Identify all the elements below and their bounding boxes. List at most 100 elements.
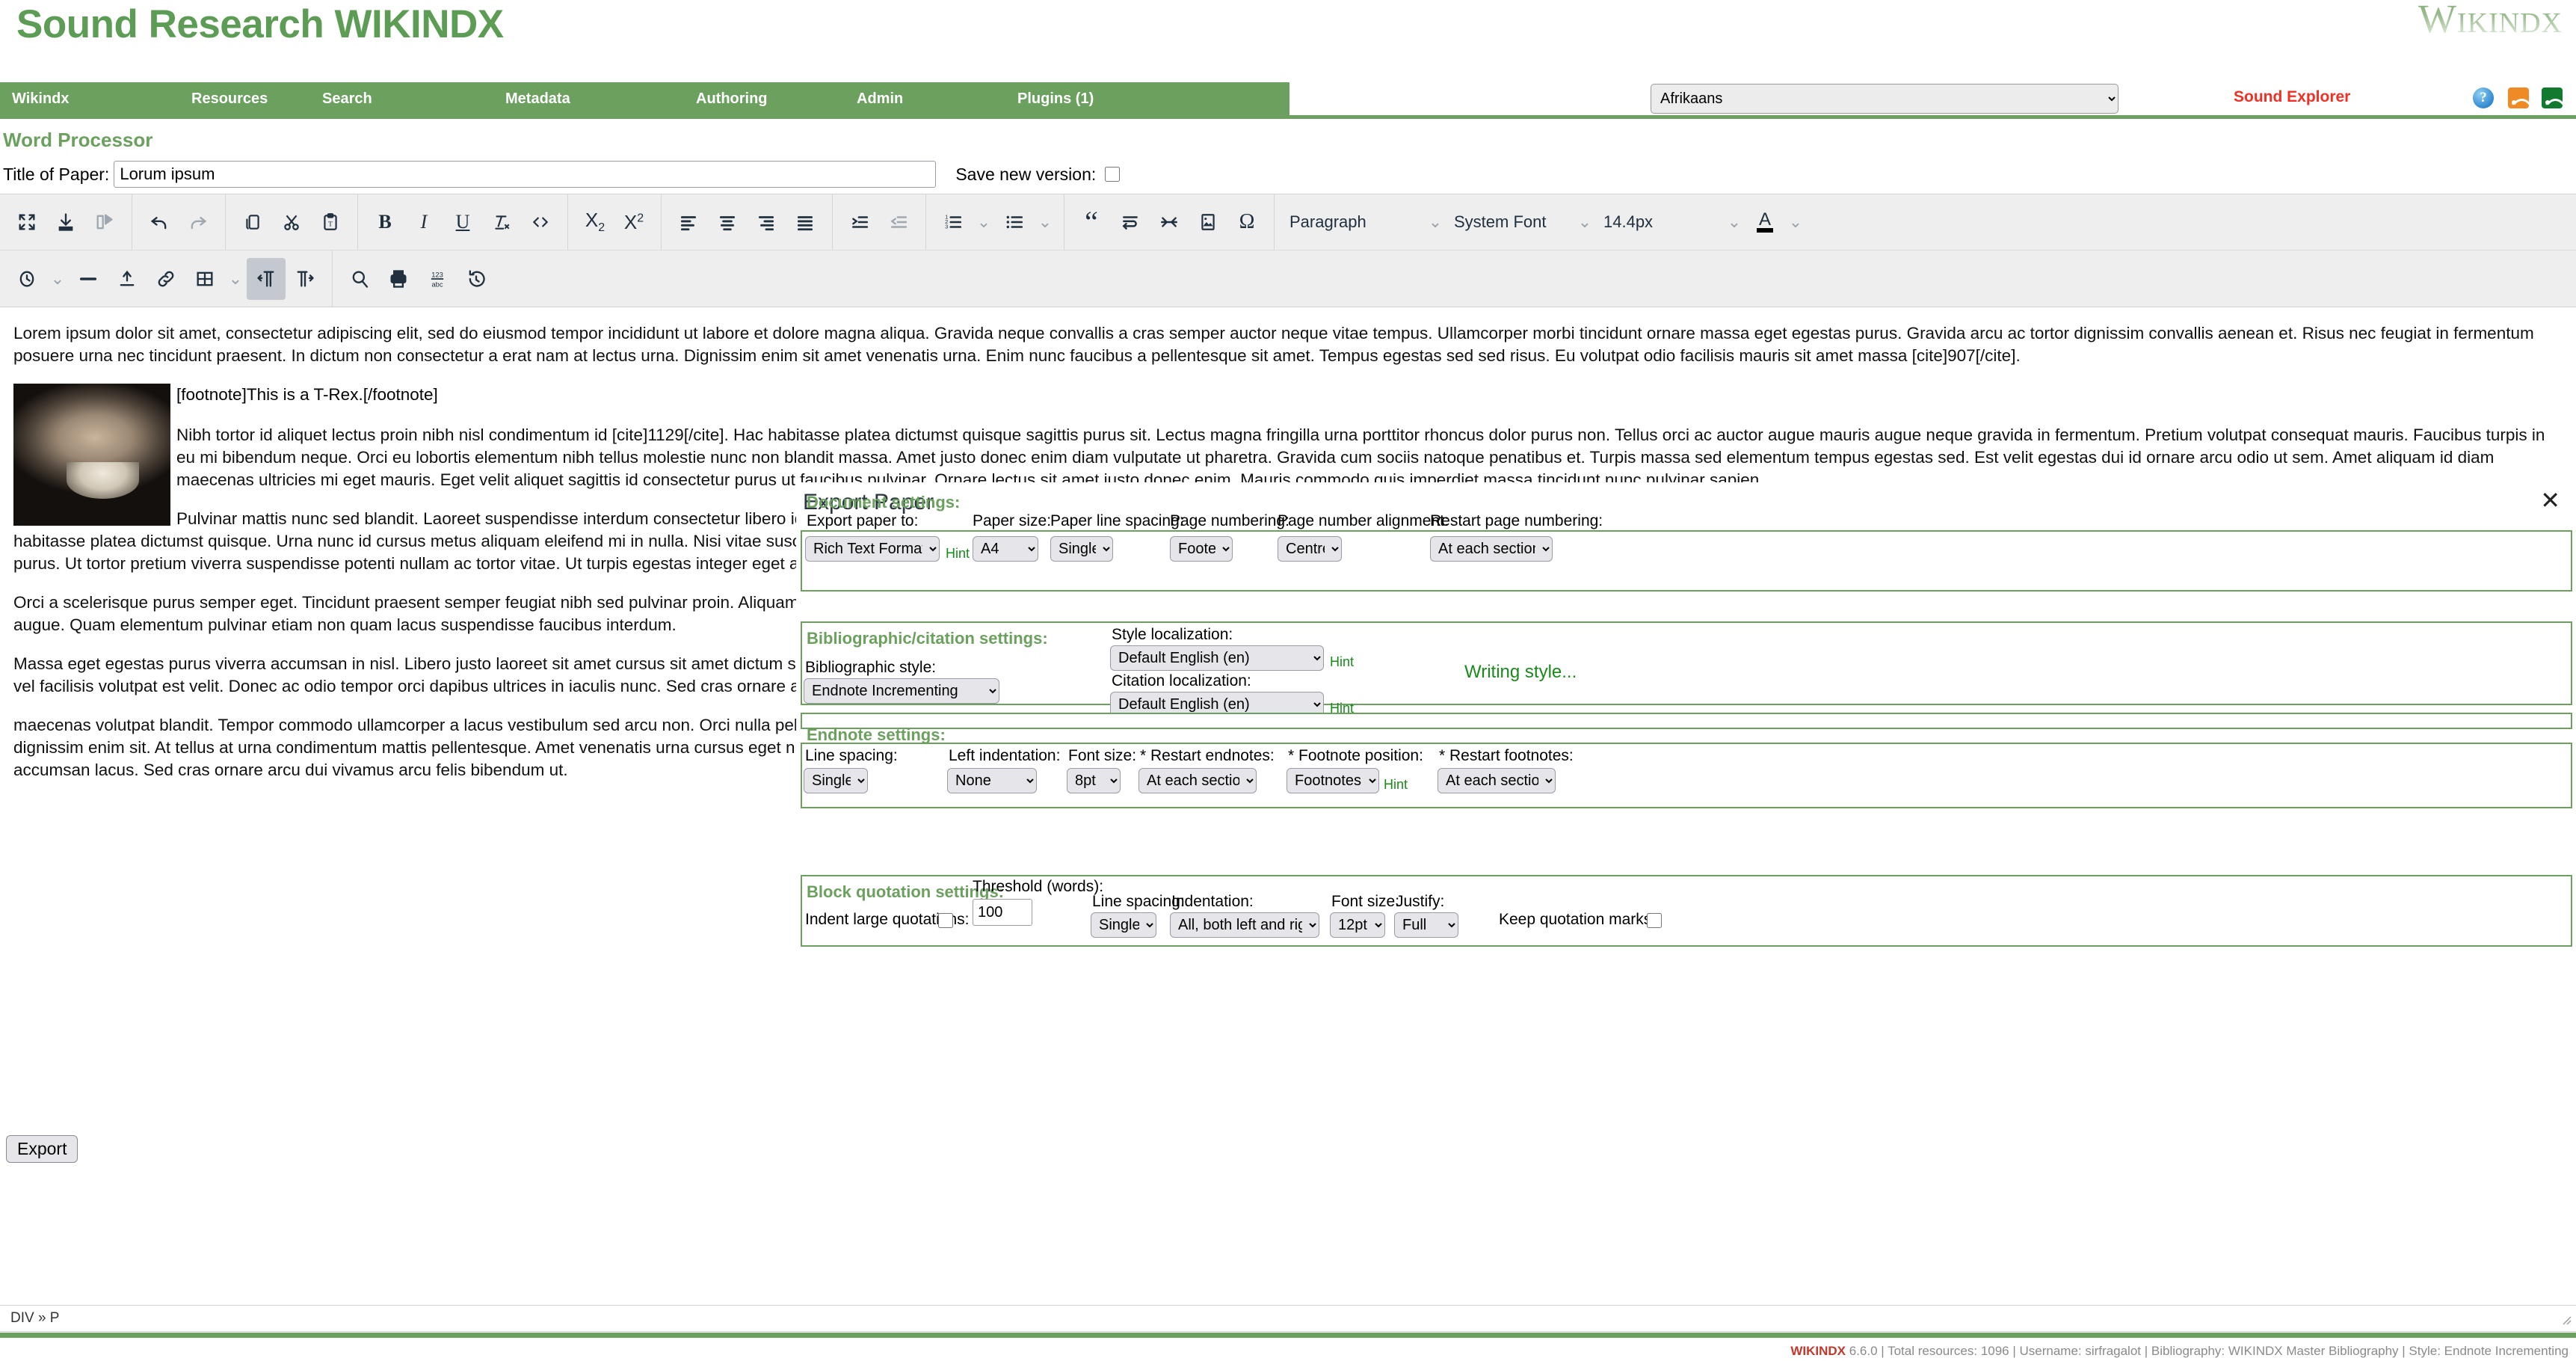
- indent-icon[interactable]: [840, 201, 879, 243]
- blockquote-icon[interactable]: “: [1072, 201, 1111, 243]
- help-icon[interactable]: ?: [2473, 87, 2494, 108]
- keep-quotation-marks-checkbox[interactable]: [1647, 913, 1662, 928]
- export-paper-to-hint[interactable]: Hint: [946, 546, 970, 562]
- export-icon[interactable]: [85, 201, 124, 243]
- italic-icon[interactable]: I: [404, 201, 443, 243]
- navigation-bar: Wikindx Resources Search Metadata Author…: [0, 82, 1289, 115]
- special-char-icon[interactable]: Ω: [1227, 201, 1266, 243]
- font-family-chevron-down-icon[interactable]: ⌄: [1574, 201, 1596, 243]
- paragraph-format-icon[interactable]: [1111, 201, 1150, 243]
- nav-item-resources[interactable]: Resources: [191, 90, 322, 108]
- paper-line-spacing-select[interactable]: Single: [1050, 536, 1113, 562]
- paper-size-label: Paper size:: [973, 512, 1051, 530]
- table-chevron-down-icon[interactable]: ⌄: [224, 258, 247, 300]
- paste-text-icon[interactable]: T: [311, 201, 350, 243]
- text-color-icon[interactable]: A: [1745, 201, 1784, 243]
- footnote-position-hint[interactable]: Hint: [1384, 777, 1408, 793]
- numbered-list-icon[interactable]: 1 2 3: [934, 201, 973, 243]
- recent-chevron-down-icon[interactable]: ⌄: [46, 258, 69, 300]
- bibliographic-style-select[interactable]: Endnote Incrementing: [804, 678, 999, 704]
- blockquote-font-size-select[interactable]: 12pt: [1330, 912, 1385, 938]
- link-icon[interactable]: [147, 258, 185, 300]
- justify-icon[interactable]: [786, 201, 825, 243]
- paper-size-select[interactable]: A4: [973, 536, 1038, 562]
- bulleted-list-icon[interactable]: [995, 201, 1034, 243]
- font-family-select[interactable]: System Font: [1446, 201, 1574, 243]
- text-direction-rtl-icon[interactable]: [286, 258, 324, 300]
- subscript-icon[interactable]: X2: [576, 201, 614, 243]
- text-color-chevron-down-icon[interactable]: ⌄: [1784, 201, 1807, 243]
- bulleted-list-chevron-down-icon[interactable]: ⌄: [1034, 201, 1056, 243]
- spellcheck-icon[interactable]: 123 abc: [418, 258, 457, 300]
- revision-history-icon[interactable]: [457, 258, 496, 300]
- threshold-words-input[interactable]: [973, 899, 1032, 926]
- restart-page-numbering-label: Restart page numbering:: [1430, 512, 1603, 530]
- paragraph-format-chevron-down-icon[interactable]: ⌄: [1424, 201, 1446, 243]
- endnote-font-size-select[interactable]: 8pt: [1067, 768, 1121, 793]
- undo-icon[interactable]: [140, 201, 179, 243]
- language-select[interactable]: Afrikaans: [1651, 84, 2119, 114]
- numbered-list-chevron-down-icon[interactable]: ⌄: [973, 201, 995, 243]
- align-right-icon[interactable]: [747, 201, 786, 243]
- horizontal-rule-icon[interactable]: [1150, 201, 1189, 243]
- blockquote-indentation-select[interactable]: All, both left and right: [1170, 912, 1319, 938]
- footnote-position-select[interactable]: Footnotes: [1287, 768, 1379, 793]
- cut-icon[interactable]: [272, 201, 311, 243]
- endnote-line-spacing-select[interactable]: Single: [804, 768, 868, 793]
- indent-large-quotations-checkbox[interactable]: [938, 913, 953, 928]
- endnote-left-indentation-select[interactable]: None: [947, 768, 1037, 793]
- style-localization-select[interactable]: Default English (en): [1110, 645, 1324, 671]
- blockquote-justify-select[interactable]: Full: [1394, 912, 1458, 938]
- align-center-icon[interactable]: [708, 201, 747, 243]
- nav-item-authoring[interactable]: Authoring: [696, 90, 857, 108]
- rss-feed-alt-icon[interactable]: [2542, 87, 2563, 108]
- writing-style-link[interactable]: Writing style...: [1464, 662, 1577, 683]
- align-left-icon[interactable]: [669, 201, 708, 243]
- bibliographic-style-label: Bibliographic style:: [805, 659, 936, 677]
- restart-footnotes-select[interactable]: At each section: [1438, 768, 1556, 793]
- rss-feed-icon[interactable]: [2508, 87, 2529, 108]
- nav-item-admin[interactable]: Admin: [857, 90, 1017, 108]
- find-icon[interactable]: [340, 258, 379, 300]
- toolbar-group-text-styles: Paragraph ⌄ System Font ⌄ 14.4px ⌄ A ⌄: [1275, 194, 1814, 250]
- text-direction-ltr-icon[interactable]: [247, 258, 286, 300]
- font-size-chevron-down-icon[interactable]: ⌄: [1723, 201, 1745, 243]
- superscript-icon[interactable]: X2: [614, 201, 653, 243]
- image-icon[interactable]: [1189, 201, 1227, 243]
- print-icon[interactable]: [379, 258, 418, 300]
- redo-icon[interactable]: [179, 201, 218, 243]
- fullscreen-icon[interactable]: [7, 201, 46, 243]
- nav-item-wikindx[interactable]: Wikindx: [12, 90, 191, 108]
- paragraph-format-select[interactable]: Paragraph: [1282, 201, 1424, 243]
- restart-page-numbering-select[interactable]: At each section: [1430, 536, 1553, 562]
- export-paper-to-select[interactable]: Rich Text Format (RTF): [805, 536, 940, 562]
- restart-endnotes-select[interactable]: At each section: [1138, 768, 1257, 793]
- font-size-select[interactable]: 14.4px: [1596, 201, 1723, 243]
- element-path-breadcrumb[interactable]: DIV » P: [10, 1310, 59, 1327]
- resize-grip-handle[interactable]: [2558, 1312, 2572, 1325]
- remove-format-icon[interactable]: [482, 201, 521, 243]
- page-numbering-select[interactable]: Footer: [1170, 536, 1233, 562]
- export-button[interactable]: Export: [6, 1135, 78, 1163]
- recent-icon[interactable]: [7, 258, 46, 300]
- page-break-icon[interactable]: [108, 258, 147, 300]
- trex-image[interactable]: [13, 384, 170, 526]
- nav-item-metadata[interactable]: Metadata: [505, 90, 696, 108]
- bold-icon[interactable]: B: [366, 201, 404, 243]
- table-icon[interactable]: [185, 258, 224, 300]
- underline-icon[interactable]: U: [443, 201, 482, 243]
- blockquote-line-spacing-select[interactable]: Single: [1091, 912, 1156, 938]
- outdent-icon[interactable]: [879, 201, 918, 243]
- source-code-icon[interactable]: [521, 201, 560, 243]
- sound-explorer-link[interactable]: Sound Explorer: [2234, 88, 2350, 106]
- copy-icon[interactable]: [233, 201, 272, 243]
- horizontal-line-icon[interactable]: [69, 258, 108, 300]
- nav-item-search[interactable]: Search: [322, 90, 505, 108]
- nav-item-plugins[interactable]: Plugins (1): [1017, 90, 1094, 108]
- style-localization-hint[interactable]: Hint: [1330, 654, 1354, 670]
- save-icon[interactable]: [46, 201, 85, 243]
- save-new-version-checkbox[interactable]: [1105, 167, 1120, 182]
- page-number-alignment-select[interactable]: Centre: [1278, 536, 1342, 562]
- close-icon[interactable]: ✕: [2540, 488, 2560, 512]
- paper-title-input[interactable]: [114, 161, 936, 188]
